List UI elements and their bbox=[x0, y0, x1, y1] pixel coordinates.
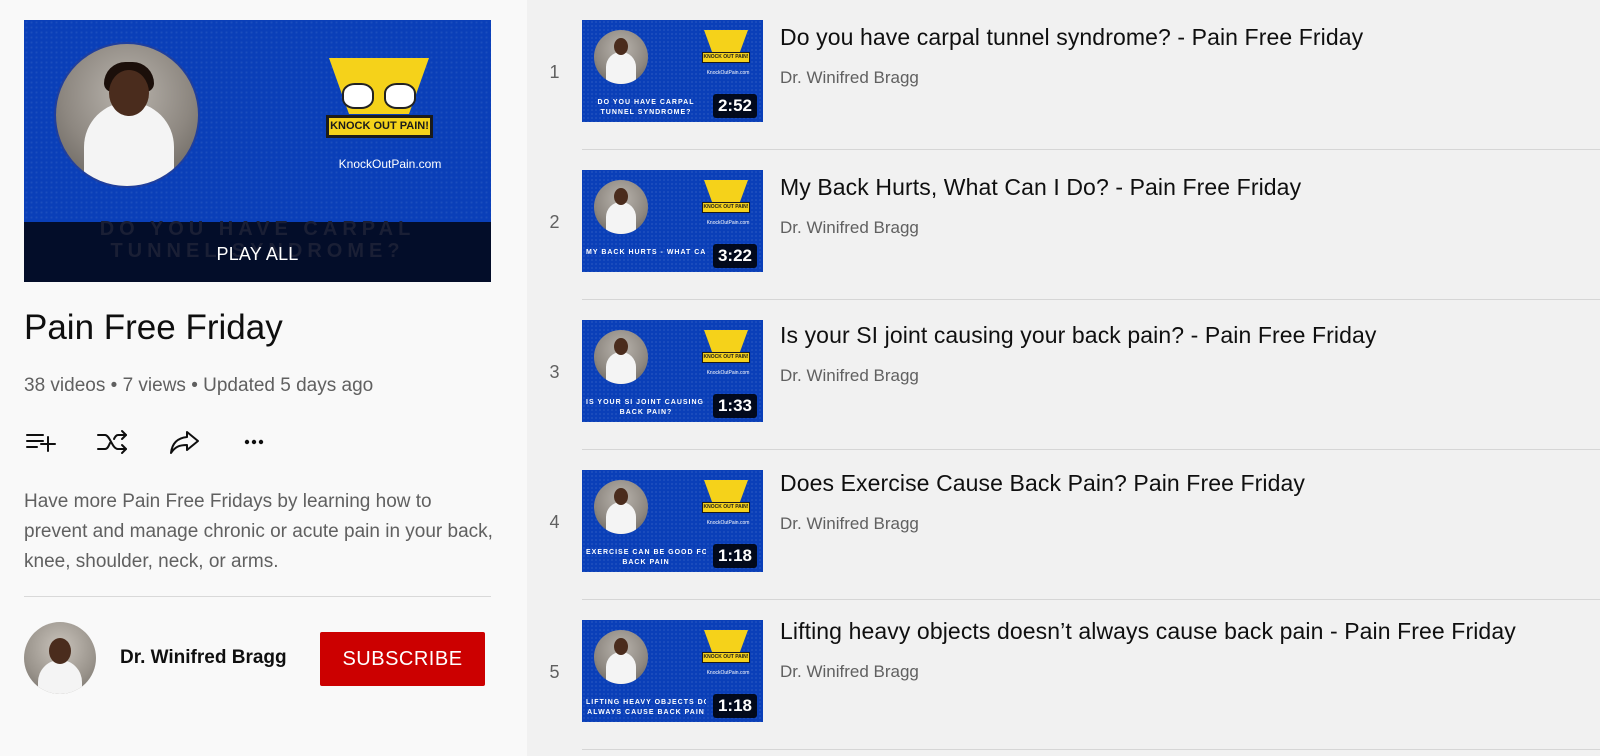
video-title[interactable]: My Back Hurts, What Can I Do? - Pain Fre… bbox=[780, 174, 1301, 201]
add-to-queue-button[interactable] bbox=[24, 428, 58, 456]
video-index: 2 bbox=[549, 212, 560, 232]
shuffle-button[interactable] bbox=[96, 428, 130, 456]
video-index: 3 bbox=[549, 362, 560, 382]
thumbnail-caption: DO YOU HAVE CARPAL TUNNEL SYNDROME? bbox=[597, 99, 695, 116]
video-duration: 1:18 bbox=[712, 694, 757, 718]
video-thumbnail[interactable]: KNOCK OUT PAIN! KnockOutPain.com EXERCIS… bbox=[582, 470, 763, 572]
thumbnail-site-url: KnockOutPain.com bbox=[706, 70, 750, 76]
playlist-stats: 38 videos • 7 views • Updated 5 days ago bbox=[24, 375, 373, 397]
thumbnail-presenter-photo bbox=[594, 330, 648, 384]
add-to-queue-icon bbox=[26, 434, 56, 452]
video-duration: 1:33 bbox=[712, 394, 757, 418]
video-index: 1 bbox=[549, 62, 560, 82]
video-index: 4 bbox=[549, 512, 560, 532]
video-channel-name[interactable]: Dr. Winifred Bragg bbox=[780, 68, 919, 88]
video-index: 5 bbox=[549, 662, 560, 682]
thumbnail-presenter-photo bbox=[594, 30, 648, 84]
video-title[interactable]: Lifting heavy objects doesn’t always cau… bbox=[780, 618, 1516, 645]
video-channel-name[interactable]: Dr. Winifred Bragg bbox=[780, 218, 919, 238]
video-duration: 1:18 bbox=[712, 544, 757, 568]
video-title[interactable]: Is your SI joint causing your back pain?… bbox=[780, 322, 1377, 349]
thumbnail-presenter-photo bbox=[594, 630, 648, 684]
play-all-button[interactable]: PLAY ALL bbox=[24, 244, 491, 265]
video-thumbnail[interactable]: KNOCK OUT PAIN! KnockOutPain.com IS YOUR… bbox=[582, 320, 763, 422]
video-channel-name[interactable]: Dr. Winifred Bragg bbox=[780, 366, 919, 386]
thumbnail-site-url: KnockOutPain.com bbox=[706, 220, 750, 226]
sidebar-divider bbox=[24, 596, 491, 597]
playlist-video-row[interactable]: 2 KNOCK OUT PAIN! KnockOutPain.com MY BA… bbox=[527, 150, 1600, 300]
stats-separator: • bbox=[185, 375, 204, 396]
channel-name-link[interactable]: Dr. Winifred Bragg bbox=[120, 647, 287, 669]
playlist-hero-thumbnail[interactable]: KNOCK OUT PAIN! KnockOutPain.com DO YOU … bbox=[24, 20, 491, 282]
playlist-video-row[interactable]: 1 KNOCK OUT PAIN! KnockOutPain.com DO YO… bbox=[527, 0, 1600, 150]
video-count: 38 videos bbox=[24, 375, 106, 396]
hero-site-url: KnockOutPain.com bbox=[338, 157, 442, 171]
more-icon bbox=[244, 439, 264, 445]
playlist-video-list: 1 KNOCK OUT PAIN! KnockOutPain.com DO YO… bbox=[527, 0, 1600, 756]
subscribe-button[interactable]: SUBSCRIBE bbox=[320, 632, 485, 686]
playlist-video-row[interactable]: 3 KNOCK OUT PAIN! KnockOutPain.com IS YO… bbox=[527, 300, 1600, 450]
video-title[interactable]: Do you have carpal tunnel syndrome? - Pa… bbox=[780, 24, 1363, 51]
stats-separator: • bbox=[105, 375, 123, 396]
thumbnail-caption: EXERCISE CAN BE GOOD FOR BACK PAIN bbox=[586, 549, 706, 566]
video-duration: 3:22 bbox=[712, 244, 757, 268]
shuffle-icon bbox=[97, 430, 127, 454]
thumbnail-caption: MY BACK HURTS - WHAT CAN I DO? bbox=[586, 249, 706, 256]
video-thumbnail[interactable]: KNOCK OUT PAIN! KnockOutPain.com MY BACK… bbox=[582, 170, 763, 272]
thumbnail-site-url: KnockOutPain.com bbox=[706, 370, 750, 376]
share-icon bbox=[170, 431, 199, 454]
channel-avatar[interactable] bbox=[24, 622, 96, 694]
video-thumbnail[interactable]: KNOCK OUT PAIN! KnockOutPain.com DO YOU … bbox=[582, 20, 763, 122]
thumbnail-presenter-photo bbox=[594, 180, 648, 234]
video-thumbnail[interactable]: KNOCK OUT PAIN! KnockOutPain.com LIFTING… bbox=[582, 620, 763, 722]
view-count: 7 views bbox=[122, 375, 186, 396]
logo-text: KNOCK OUT PAIN! bbox=[326, 115, 433, 138]
thumbnail-caption: IS YOUR SI JOINT CAUSING YOURBACK PAIN? bbox=[586, 399, 706, 416]
row-divider bbox=[582, 749, 1600, 750]
playlist-video-row[interactable]: 4 KNOCK OUT PAIN! KnockOutPain.com EXERC… bbox=[527, 450, 1600, 600]
thumbnail-site-url: KnockOutPain.com bbox=[706, 520, 750, 526]
playlist-video-row[interactable]: 5 KNOCK OUT PAIN! KnockOutPain.com LIFTI… bbox=[527, 600, 1600, 750]
thumbnail-caption: LIFTING HEAVY OBJECTS DOESN'TALWAYS CAUS… bbox=[586, 699, 706, 716]
playlist-title: Pain Free Friday bbox=[24, 308, 283, 347]
updated-date: Updated 5 days ago bbox=[203, 375, 374, 396]
play-all-strip[interactable]: DO YOU HAVE CARPAL TUNNEL SYNDROME? PLAY… bbox=[24, 218, 491, 282]
video-channel-name[interactable]: Dr. Winifred Bragg bbox=[780, 514, 919, 534]
video-duration: 2:52 bbox=[712, 94, 757, 118]
more-options-button[interactable] bbox=[240, 428, 274, 456]
hero-presenter-photo bbox=[54, 42, 200, 188]
hero-caption-line-1: DO YOU HAVE CARPAL bbox=[99, 218, 416, 240]
thumbnail-site-url: KnockOutPain.com bbox=[706, 670, 750, 676]
thumbnail-presenter-photo bbox=[594, 480, 648, 534]
video-title[interactable]: Does Exercise Cause Back Pain? Pain Free… bbox=[780, 470, 1305, 497]
share-button[interactable] bbox=[168, 428, 202, 456]
playlist-description: Have more Pain Free Fridays by learning … bbox=[24, 491, 493, 572]
video-channel-name[interactable]: Dr. Winifred Bragg bbox=[780, 662, 919, 682]
playlist-sidebar: KNOCK OUT PAIN! KnockOutPain.com DO YOU … bbox=[0, 0, 527, 756]
